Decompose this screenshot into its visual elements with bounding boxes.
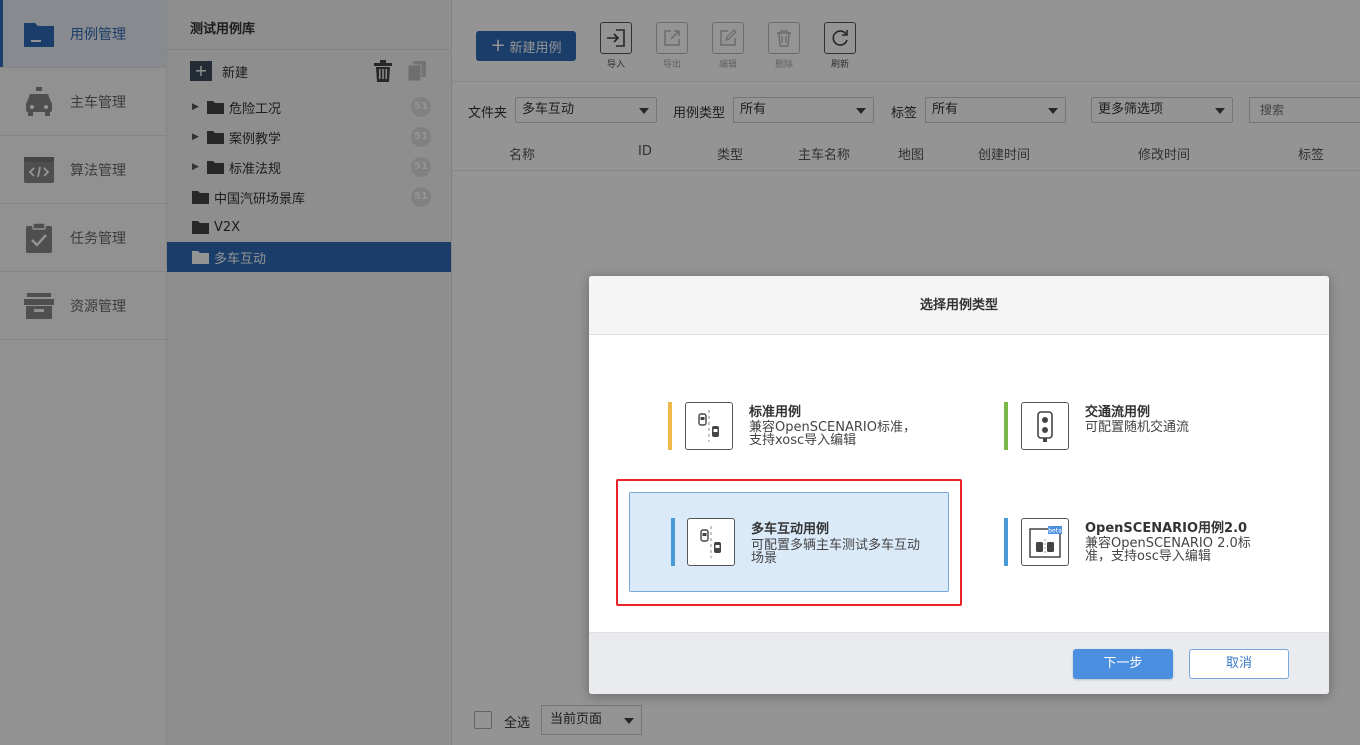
- option-title: 标准用例: [749, 405, 802, 420]
- selection-highlight-box: [616, 479, 962, 606]
- accent-bar: [668, 402, 672, 450]
- option-title: OpenSCENARIO用例2.0: [1085, 521, 1248, 536]
- dialog-title: 选择用例类型: [589, 276, 1329, 335]
- next-button[interactable]: 下一步: [1073, 649, 1173, 679]
- accent-bar: [1004, 518, 1008, 566]
- option-title: 交通流用例: [1085, 405, 1151, 420]
- option-standard-case[interactable]: 标准用例 兼容OpenSCENARIO标准，支持xosc导入编辑: [668, 388, 948, 488]
- dialog-footer: 下一步 取消: [589, 632, 1329, 694]
- scenario-cars-icon: [685, 402, 733, 450]
- option-description: 兼容OpenSCENARIO标准，支持xosc导入编辑: [749, 420, 916, 448]
- option-description: 可配置随机交通流: [1085, 420, 1190, 435]
- option-traffic-flow-case[interactable]: 交通流用例 可配置随机交通流: [1004, 388, 1284, 488]
- cancel-button[interactable]: 取消: [1189, 649, 1289, 679]
- beta-badge: beta: [1048, 528, 1062, 535]
- traffic-light-icon: [1021, 402, 1069, 450]
- openscenario-beta-icon: beta: [1021, 518, 1069, 566]
- option-description: 兼容OpenSCENARIO 2.0标准，支持osc导入编辑: [1085, 536, 1251, 564]
- accent-bar: [1004, 402, 1008, 450]
- option-openscenario-2-case[interactable]: beta OpenSCENARIO用例2.0 兼容OpenSCENARIO 2.…: [1004, 504, 1304, 604]
